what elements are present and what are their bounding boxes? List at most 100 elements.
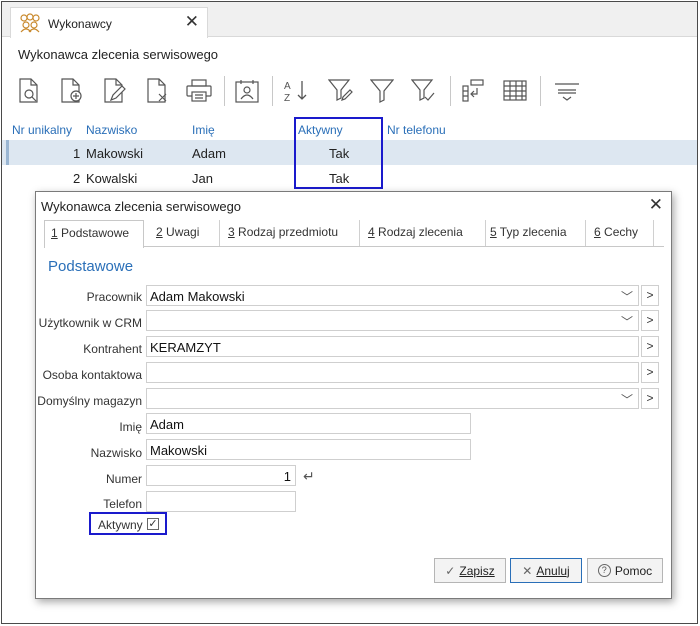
osoba-label: Osoba kontaktowa <box>42 368 142 382</box>
aktywny-highlight: Aktywny ✓ <box>89 512 167 535</box>
help-icon: ? <box>597 564 611 577</box>
tab-cechy[interactable]: 6 Cechy <box>588 220 654 246</box>
nazwisko-value: Makowski <box>150 443 208 458</box>
magazyn-goto-button[interactable]: > <box>641 388 659 409</box>
aktywny-checkbox[interactable]: ✓ <box>147 518 159 530</box>
svg-text:A: A <box>284 81 291 92</box>
magazyn-select[interactable]: ﹀ <box>146 388 639 409</box>
filter-icon[interactable] <box>367 75 397 107</box>
tab-label: Cechy <box>600 225 639 239</box>
imie-field[interactable]: Adam <box>146 413 471 434</box>
cell-nazwisko: Makowski <box>86 146 144 161</box>
zapisz-button[interactable]: ✓ Zapisz <box>434 558 506 583</box>
tab-typ-zlecenia[interactable]: 5 Typ zlecenia <box>484 220 586 246</box>
zapisz-label: Zapisz <box>459 563 495 578</box>
tab-label: Uwagi <box>162 225 200 239</box>
pracownik-goto-button[interactable]: > <box>641 285 659 306</box>
print-icon[interactable] <box>184 75 214 107</box>
cell-nazwisko: Kowalski <box>86 171 138 186</box>
kontrahent-field[interactable]: KERAMZYT <box>146 336 639 357</box>
tab-rodzaj-przedmiotu[interactable]: 3 Rodzaj przedmiotu <box>222 220 360 246</box>
tab-rodzaj-zlecenia[interactable]: 4 Rodzaj zlecenia <box>362 220 486 246</box>
tab-podstawowe[interactable]: 1 Podstawowe <box>44 220 144 248</box>
chevron-right-icon: > <box>646 365 654 379</box>
tab-key: 6 <box>594 225 601 239</box>
pracownik-value: Adam Makowski <box>150 289 245 304</box>
column-header-nazwisko[interactable]: Nazwisko <box>86 123 137 137</box>
pomoc-label: Pomoc <box>614 563 653 578</box>
columns-layout-icon[interactable] <box>459 75 489 107</box>
checkmark-icon: ✓ <box>445 563 456 578</box>
sort-az-icon[interactable]: AZ <box>282 75 312 107</box>
cell-nr: 1 <box>73 146 81 161</box>
grid-table-icon[interactable] <box>500 75 530 107</box>
anuluj-label: Anuluj <box>536 563 570 578</box>
pracownik-label: Pracownik <box>86 290 142 304</box>
section-title: Podstawowe <box>48 258 134 275</box>
edit-document-icon[interactable] <box>100 75 130 107</box>
kontrahent-goto-button[interactable]: > <box>641 336 659 357</box>
column-header-nr[interactable]: Nr unikalny <box>12 123 72 137</box>
toolbar-separator <box>540 76 541 106</box>
column-header-imie[interactable]: Imię <box>192 123 215 137</box>
window-title: Wykonawca zlecenia serwisowego <box>18 47 219 62</box>
dialog-close-icon[interactable]: ✕ <box>649 196 663 213</box>
numer-value: 1 <box>283 469 291 484</box>
dialog-tabs: 1 Podstawowe 2 Uwagi 3 Rodzaj przedmiotu… <box>44 220 664 248</box>
pomoc-button[interactable]: ? Pomoc <box>587 558 663 583</box>
people-group-icon <box>18 13 42 36</box>
filter-edit-icon[interactable] <box>326 75 356 107</box>
telefon-field[interactable] <box>146 491 296 512</box>
add-document-icon[interactable] <box>57 75 87 107</box>
view-document-icon[interactable] <box>14 75 44 107</box>
chevron-down-icon: ﹀ <box>620 315 633 329</box>
nazwisko-label: Nazwisko <box>90 446 142 460</box>
osoba-field[interactable] <box>146 362 639 383</box>
imie-label: Imię <box>119 420 142 434</box>
chevron-right-icon: > <box>646 313 654 327</box>
tab-label: Typ zlecenia <box>496 225 567 239</box>
numer-field[interactable]: 1 <box>146 465 296 486</box>
tab-wykonawcy[interactable]: Wykonawcy ✕ <box>10 7 208 38</box>
tab-key: 2 <box>156 225 163 239</box>
magazyn-label: Domyślny magazyn <box>37 394 142 408</box>
osoba-goto-button[interactable]: > <box>641 362 659 383</box>
toolbar-separator <box>224 76 225 106</box>
enter-icon[interactable]: ↵ <box>303 468 315 485</box>
checkmark-icon: ✓ <box>148 518 158 530</box>
chevron-right-icon: > <box>646 339 654 353</box>
tab-label: Rodzaj zlecenia <box>374 225 463 239</box>
numer-label: Numer <box>105 472 142 486</box>
main-window: Wykonawcy ✕ Wykonawca zlecenia serwisowe… <box>1 1 698 624</box>
active-tab-gap <box>45 246 143 247</box>
tab-key: 1 <box>51 226 58 240</box>
anuluj-button[interactable]: ✕ Anuluj <box>510 558 582 583</box>
uzytkownik-goto-button[interactable]: > <box>641 310 659 331</box>
telefon-label: Telefon <box>103 497 142 511</box>
contact-card-icon[interactable] <box>232 75 262 107</box>
chevron-right-icon: > <box>646 391 654 405</box>
group-rows-icon[interactable] <box>552 75 582 107</box>
toolbar: AZ <box>14 72 694 112</box>
tab-label: Podstawowe <box>57 226 130 240</box>
imie-value: Adam <box>150 417 184 432</box>
column-header-telefon[interactable]: Nr telefonu <box>387 123 446 137</box>
toolbar-separator <box>272 76 273 106</box>
pracownik-select[interactable]: Adam Makowski ﹀ <box>146 285 639 306</box>
kontrahent-value: KERAMZYT <box>150 340 221 355</box>
tab-label: Rodzaj przedmiotu <box>234 225 339 239</box>
uzytkownik-select[interactable]: ﹀ <box>146 310 639 331</box>
tab-uwagi[interactable]: 2 Uwagi <box>150 220 220 246</box>
nazwisko-field[interactable]: Makowski <box>146 439 471 460</box>
delete-document-icon[interactable] <box>143 75 173 107</box>
aktywny-column-highlight <box>294 117 383 189</box>
tab-key: 4 <box>368 225 375 239</box>
toolbar-separator <box>450 76 451 106</box>
wykonawca-dialog: Wykonawca zlecenia serwisowego ✕ 1 Podst… <box>35 191 672 599</box>
close-icon: ✕ <box>522 563 533 578</box>
tab-close-icon[interactable]: ✕ <box>185 13 199 30</box>
filter-clear-icon[interactable] <box>409 75 439 107</box>
tab-strip: Wykonawcy ✕ <box>2 2 697 38</box>
cell-imie: Jan <box>192 171 213 186</box>
svg-text:Z: Z <box>284 93 290 104</box>
